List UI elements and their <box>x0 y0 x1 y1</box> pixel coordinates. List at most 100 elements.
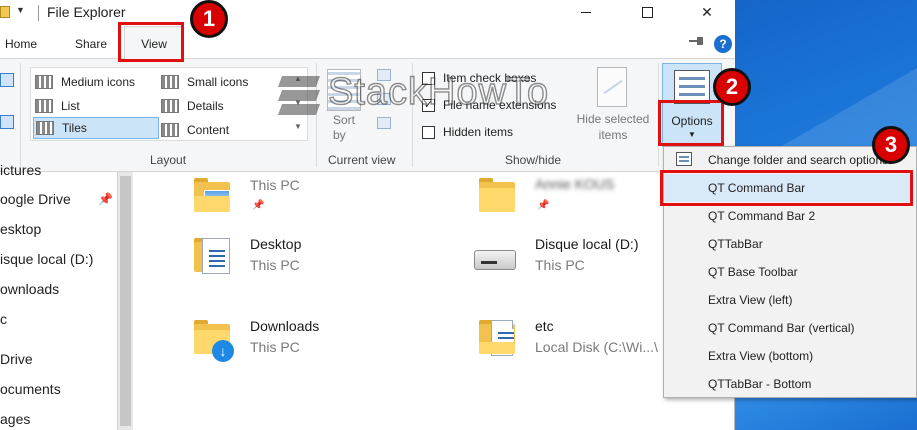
small-icons-icon <box>161 75 179 89</box>
item-name: Downloads <box>250 318 320 334</box>
title-bar: ▼ File Explorer ✕ <box>0 0 735 26</box>
nav-item-pictures[interactable]: ictures <box>0 162 41 178</box>
item-location: This PC <box>535 257 585 273</box>
drive-icon <box>474 238 516 274</box>
nav-item-disque-local[interactable]: isque local (D:) <box>0 251 93 267</box>
nav-item-drive[interactable]: Drive <box>0 351 33 367</box>
tiles-icon <box>36 121 54 135</box>
group-label-current-view: Current view <box>328 153 396 167</box>
close-button[interactable]: ✕ <box>684 0 730 24</box>
list-icon <box>35 99 53 113</box>
item-location: This PC <box>250 257 300 273</box>
folder-icon <box>194 178 236 214</box>
quick-access-dropdown-icon[interactable]: ▼ <box>16 5 25 15</box>
navigation-pane-icon[interactable] <box>0 73 14 87</box>
stack-logo-icon <box>277 62 321 122</box>
folder-icon[interactable] <box>0 6 10 18</box>
folder-icon <box>479 320 521 356</box>
list-item[interactable]: ↓ Downloads This PC <box>194 318 444 372</box>
item-location: This PC <box>250 177 300 193</box>
nav-item-images[interactable]: ages <box>0 411 30 427</box>
nav-item-google-drive[interactable]: oogle Drive <box>0 191 71 207</box>
options-dropdown-arrow-icon: ▼ <box>688 130 696 139</box>
nav-item-etc[interactable]: c <box>0 311 7 327</box>
layout-tiles[interactable]: Tiles <box>33 117 159 139</box>
item-location: This PC <box>250 339 300 355</box>
title-separator <box>38 5 39 21</box>
group-label-layout: Layout <box>150 153 187 167</box>
group-separator <box>20 63 21 167</box>
options-button[interactable]: Options ▼ <box>662 63 722 147</box>
minimize-button[interactable] <box>563 0 609 24</box>
menu-item-extra-view-left[interactable]: Extra View (left) <box>665 286 915 314</box>
layout-small-icons[interactable]: Small icons <box>161 71 248 93</box>
folder-options-icon <box>674 70 710 104</box>
layout-gallery: Medium icons Small icons List Details Ti… <box>30 67 308 141</box>
nav-item-desktop[interactable]: esktop <box>0 221 41 237</box>
medium-icons-icon <box>35 75 53 89</box>
options-label: Options <box>671 114 713 128</box>
maximize-icon <box>641 6 653 18</box>
list-item[interactable]: Disque local (D:) This PC <box>474 236 664 290</box>
item-name: Disque local (D:) <box>535 236 639 252</box>
hide-selected-items-button[interactable]: Hide selected items <box>568 111 658 143</box>
nav-item-documents[interactable]: ocuments <box>0 381 61 397</box>
watermark-text: StackHowTo <box>327 70 550 113</box>
layout-details[interactable]: Details <box>161 95 224 117</box>
hide-selected-items-icon[interactable] <box>597 67 627 107</box>
item-name: Annie KOUS <box>535 176 615 192</box>
desktop-folder-icon <box>194 238 236 274</box>
list-item[interactable]: Desktop This PC <box>194 236 444 290</box>
help-icon[interactable]: ? <box>714 35 732 53</box>
close-icon: ✕ <box>701 3 713 20</box>
pin-icon: 📌 <box>98 192 113 206</box>
menu-item-qttabbar[interactable]: QTTabBar <box>665 230 915 258</box>
list-item[interactable]: etc Local Disk (C:\Wi...\ <box>479 318 664 372</box>
pin-icon: 📌 <box>537 200 550 211</box>
options-dropdown-menu: Change folder and search options QT Comm… <box>663 146 917 398</box>
scrollbar-thumb[interactable] <box>120 176 131 426</box>
content-area: This PC 📌 Annie KOUS 📌 Desktop This PC D… <box>134 172 664 430</box>
tab-share[interactable]: Share <box>75 37 107 51</box>
tab-view[interactable]: View <box>124 26 184 59</box>
navigation-pane: ictures oogle Drive 📌 esktop isque local… <box>0 162 117 430</box>
layout-content[interactable]: Content <box>161 119 229 141</box>
details-pane-icon[interactable] <box>0 115 14 129</box>
ribbon-tabs: Home Share View ? <box>0 26 735 59</box>
menu-item-qt-command-bar-vertical[interactable]: QT Command Bar (vertical) <box>665 314 915 342</box>
window-title: File Explorer <box>47 4 126 20</box>
list-item[interactable]: This PC 📌 <box>194 176 444 230</box>
navigation-pane-scrollbar[interactable] <box>117 172 133 430</box>
step-badge-2: 2 <box>713 68 751 106</box>
pin-icon: 📌 <box>252 200 265 211</box>
watermark: StackHowTo <box>277 62 550 122</box>
tab-home[interactable]: Home <box>5 37 37 51</box>
nav-item-downloads[interactable]: ownloads <box>0 281 59 297</box>
menu-item-qt-command-bar[interactable]: QT Command Bar <box>665 174 915 202</box>
download-arrow-icon: ↓ <box>212 340 234 362</box>
downloads-folder-icon: ↓ <box>194 320 236 362</box>
checkbox-unchecked <box>422 125 435 139</box>
group-label-show-hide: Show/hide <box>505 153 562 167</box>
menu-item-qt-command-bar-2[interactable]: QT Command Bar 2 <box>665 202 915 230</box>
details-icon <box>161 99 179 113</box>
group-separator <box>658 63 659 167</box>
item-name: Desktop <box>250 236 302 252</box>
hidden-items-checkbox[interactable]: Hidden items <box>422 123 513 141</box>
item-name: etc <box>535 318 554 334</box>
layout-list[interactable]: List <box>35 95 80 117</box>
menu-item-extra-view-bottom[interactable]: Extra View (bottom) <box>665 342 915 370</box>
list-item[interactable]: Annie KOUS 📌 <box>479 176 659 230</box>
layout-medium-icons[interactable]: Medium icons <box>35 71 135 93</box>
step-badge-1: 1 <box>190 0 228 38</box>
pin-ribbon-icon[interactable] <box>689 37 703 45</box>
maximize-button[interactable] <box>624 0 670 24</box>
menu-item-qt-base-toolbar[interactable]: QT Base Toolbar <box>665 258 915 286</box>
item-location: Local Disk (C:\Wi...\ <box>535 339 658 355</box>
content-icon <box>161 123 179 137</box>
minimize-icon <box>581 11 591 13</box>
folder-icon <box>479 178 521 214</box>
folder-options-icon <box>676 152 692 166</box>
menu-item-qttabbar-bottom[interactable]: QTTabBar - Bottom <box>665 370 915 398</box>
step-badge-3: 3 <box>872 126 910 164</box>
